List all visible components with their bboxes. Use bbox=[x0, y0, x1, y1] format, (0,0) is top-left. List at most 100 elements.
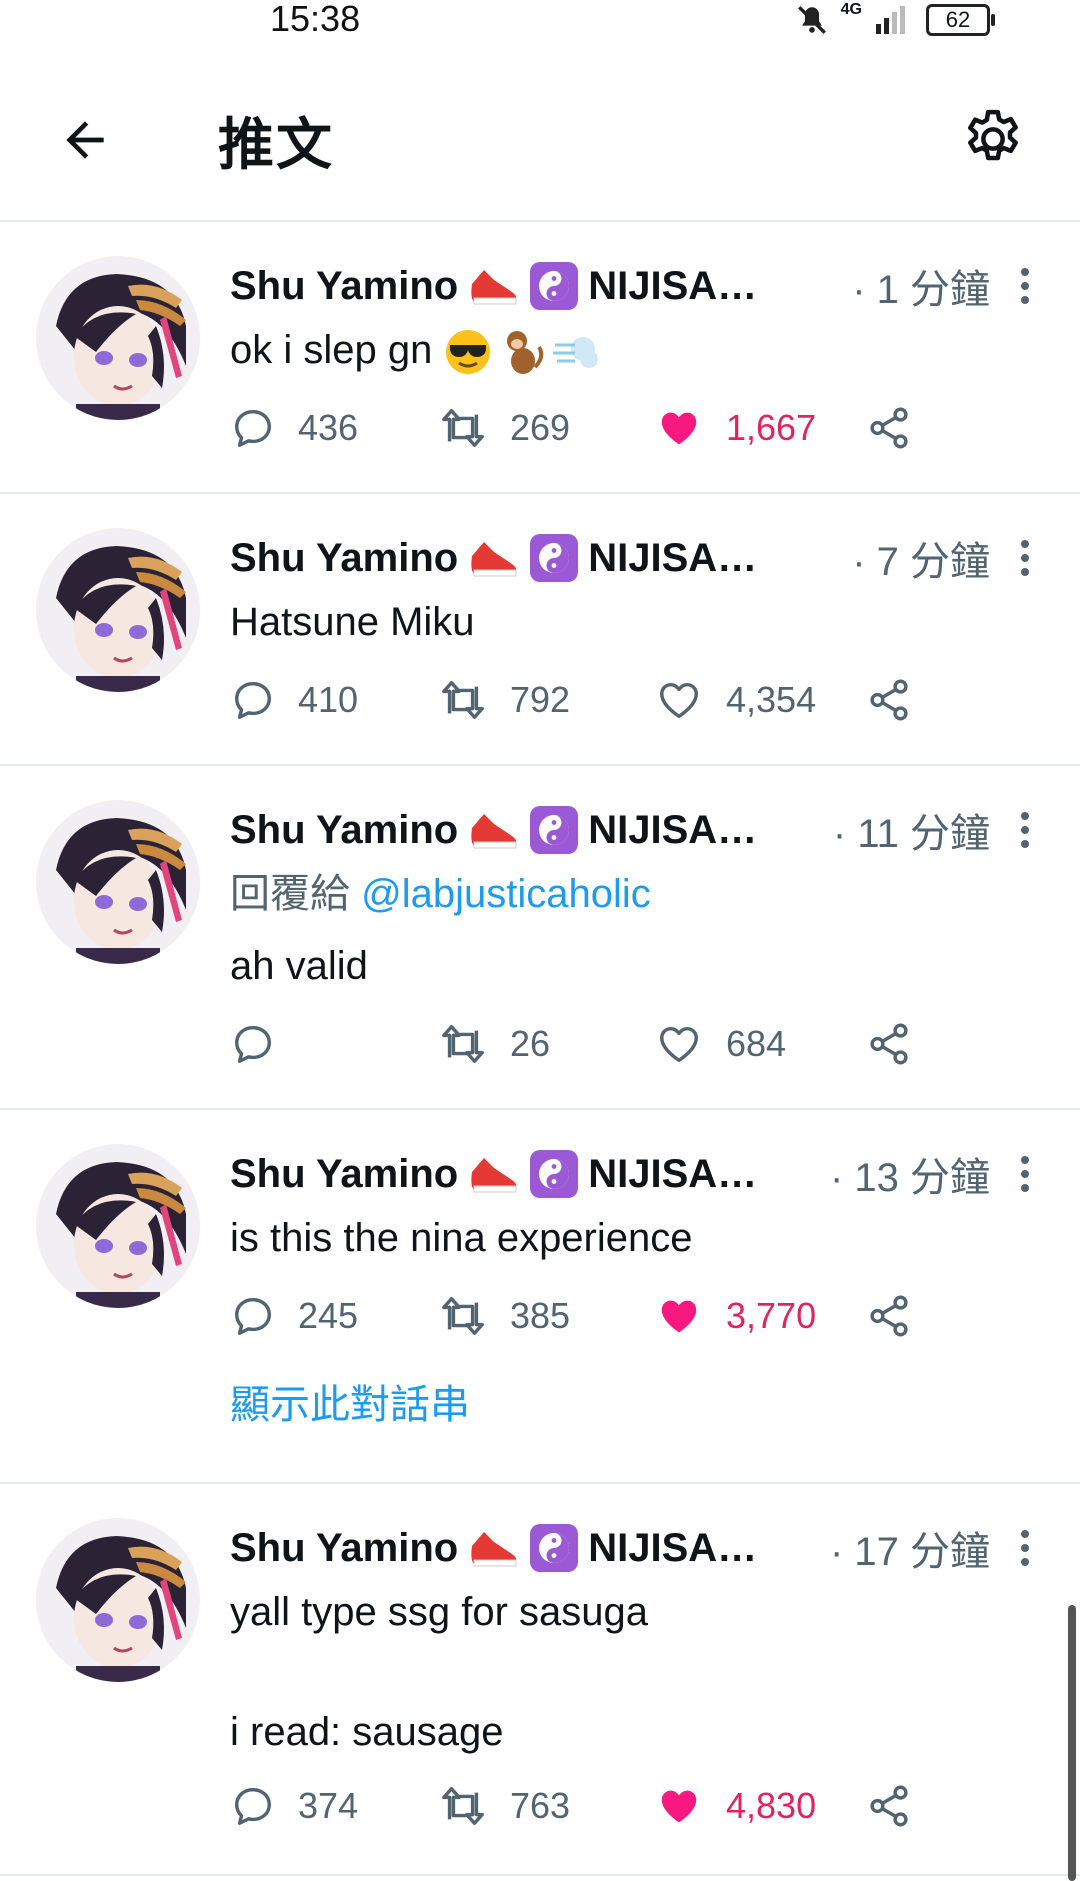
reply-button[interactable] bbox=[230, 1014, 298, 1074]
retweet-button[interactable]: 385 bbox=[438, 1286, 570, 1346]
show-thread-link[interactable]: 顯示此對話串 bbox=[230, 1372, 470, 1430]
tweet-time[interactable]: · 13 分鐘 bbox=[830, 1145, 990, 1203]
shoe-badge-icon bbox=[468, 808, 520, 852]
retweet-icon bbox=[442, 1025, 484, 1063]
display-name-suffix: NIJISA… bbox=[588, 263, 758, 308]
more-options-button[interactable] bbox=[1012, 534, 1038, 582]
reply-label: 回覆給 bbox=[230, 872, 350, 916]
share-button[interactable] bbox=[866, 1776, 912, 1836]
tweet[interactable]: Shu Yamino NIJISA… · 1 分鐘 ok i slep gn 4… bbox=[0, 222, 1080, 494]
avatar[interactable] bbox=[36, 800, 200, 964]
share-icon bbox=[870, 1785, 908, 1827]
shoe-badge-icon bbox=[468, 264, 520, 308]
display-name-suffix: NIJISA… bbox=[588, 1151, 758, 1196]
retweet-button[interactable]: 269 bbox=[438, 398, 570, 458]
reply-context: 回覆給 @labjusticaholic bbox=[230, 864, 651, 924]
avatar[interactable] bbox=[36, 528, 200, 692]
tweet-content: Hatsune Miku bbox=[230, 592, 475, 652]
share-icon bbox=[870, 1295, 908, 1337]
display-name[interactable]: Shu Yamino bbox=[230, 1526, 458, 1571]
settings-button[interactable] bbox=[954, 100, 1032, 178]
reply-icon bbox=[234, 1025, 272, 1063]
share-icon bbox=[870, 679, 908, 721]
tweet[interactable]: Shu Yamino NIJISA… · 11 分鐘 回覆給 @labjusti… bbox=[0, 766, 1080, 1110]
display-name[interactable]: Shu Yamino bbox=[230, 808, 458, 853]
shoe-badge-icon bbox=[468, 1152, 520, 1196]
tweet[interactable]: Shu Yamino NIJISA… · 17 分鐘 yall type ssg… bbox=[0, 1484, 1080, 1876]
avatar[interactable] bbox=[36, 1144, 200, 1308]
heart-filled-icon bbox=[661, 1790, 697, 1823]
like-button[interactable]: 3,770 bbox=[654, 1286, 816, 1346]
heart-icon bbox=[660, 1026, 698, 1063]
tweet-time[interactable]: · 11 分鐘 bbox=[833, 801, 990, 859]
tweet-body: Hatsune Miku bbox=[230, 600, 475, 644]
top-app-bar: 推文 bbox=[0, 60, 1080, 222]
like-button[interactable]: 1,667 bbox=[654, 398, 816, 458]
reply-count: 245 bbox=[298, 1295, 359, 1336]
status-icons: 4G 62 bbox=[795, 1, 995, 38]
like-count: 4,354 bbox=[726, 679, 817, 720]
heart-icon bbox=[660, 682, 698, 719]
reply-icon bbox=[234, 409, 272, 447]
tweet-header: Shu Yamino NIJISA… · 17 分鐘 bbox=[230, 1520, 990, 1576]
display-name[interactable]: Shu Yamino bbox=[230, 264, 458, 309]
retweet-icon bbox=[442, 681, 484, 719]
reply-icon bbox=[234, 681, 272, 719]
share-button[interactable] bbox=[866, 398, 912, 458]
shoe-badge-icon bbox=[468, 536, 520, 580]
heart-filled-icon bbox=[661, 412, 697, 445]
share-button[interactable] bbox=[866, 670, 912, 730]
more-vertical-icon bbox=[1021, 1530, 1029, 1566]
share-button[interactable] bbox=[866, 1286, 912, 1346]
avatar[interactable] bbox=[36, 256, 200, 420]
tweet-body: ah valid bbox=[230, 944, 368, 988]
like-button[interactable]: 684 bbox=[654, 1014, 786, 1074]
yin-yang-badge-icon bbox=[530, 1524, 579, 1572]
mention-link[interactable]: @labjusticaholic bbox=[361, 872, 651, 916]
more-vertical-icon bbox=[1021, 268, 1029, 304]
tweet[interactable]: Shu Yamino NIJISA… · 7 分鐘 Hatsune Miku 4… bbox=[0, 494, 1080, 766]
retweet-count: 792 bbox=[510, 679, 571, 720]
retweet-button[interactable]: 792 bbox=[438, 670, 570, 730]
reply-icon bbox=[234, 1297, 272, 1335]
tweet[interactable]: Shu Yamino NIJISA… · 13 分鐘 is this the n… bbox=[0, 1110, 1080, 1484]
reply-button[interactable]: 245 bbox=[230, 1286, 358, 1346]
battery-icon: 62 bbox=[926, 4, 995, 36]
arrow-left-icon bbox=[66, 121, 104, 159]
like-count: 3,770 bbox=[726, 1295, 817, 1336]
back-button[interactable] bbox=[50, 105, 120, 175]
monkey-emoji bbox=[507, 331, 544, 375]
more-vertical-icon bbox=[1021, 540, 1029, 576]
more-options-button[interactable] bbox=[1012, 806, 1038, 854]
tweet-time[interactable]: · 1 分鐘 bbox=[852, 257, 990, 315]
tweet-content: ok i slep gn bbox=[230, 320, 601, 380]
retweet-count: 269 bbox=[510, 407, 571, 448]
avatar[interactable] bbox=[36, 1518, 200, 1682]
like-button[interactable]: 4,830 bbox=[654, 1776, 816, 1836]
tweet-content: is this the nina experience bbox=[230, 1208, 693, 1268]
display-name[interactable]: Shu Yamino bbox=[230, 536, 458, 581]
tweet-body: yall type ssg for sasuga i read: sausage bbox=[230, 1590, 648, 1754]
tweet-body: ok i slep gn bbox=[230, 328, 433, 372]
retweet-icon bbox=[442, 409, 484, 447]
retweet-count: 385 bbox=[510, 1295, 571, 1336]
tweet-time[interactable]: · 17 分鐘 bbox=[830, 1519, 990, 1577]
like-button[interactable]: 4,354 bbox=[654, 670, 816, 730]
more-options-button[interactable] bbox=[1012, 1150, 1038, 1198]
reply-button[interactable]: 410 bbox=[230, 670, 358, 730]
retweet-button[interactable]: 763 bbox=[438, 1776, 570, 1836]
display-name-suffix: NIJISA… bbox=[588, 535, 758, 580]
scrollbar[interactable] bbox=[1068, 1605, 1076, 1881]
tweet-actions: 245 385 3,770 bbox=[230, 1286, 930, 1346]
tweet-header: Shu Yamino NIJISA… · 1 分鐘 bbox=[230, 258, 990, 314]
tweet-time[interactable]: · 7 分鐘 bbox=[852, 529, 990, 587]
reply-button[interactable]: 374 bbox=[230, 1776, 358, 1836]
display-name[interactable]: Shu Yamino bbox=[230, 1152, 458, 1197]
reply-button[interactable]: 436 bbox=[230, 398, 358, 458]
retweet-button[interactable]: 26 bbox=[438, 1014, 550, 1074]
status-time: 15:38 bbox=[270, 0, 361, 39]
like-count: 4,830 bbox=[726, 1785, 817, 1826]
share-button[interactable] bbox=[866, 1014, 912, 1074]
more-options-button[interactable] bbox=[1012, 262, 1038, 310]
more-options-button[interactable] bbox=[1012, 1524, 1038, 1572]
